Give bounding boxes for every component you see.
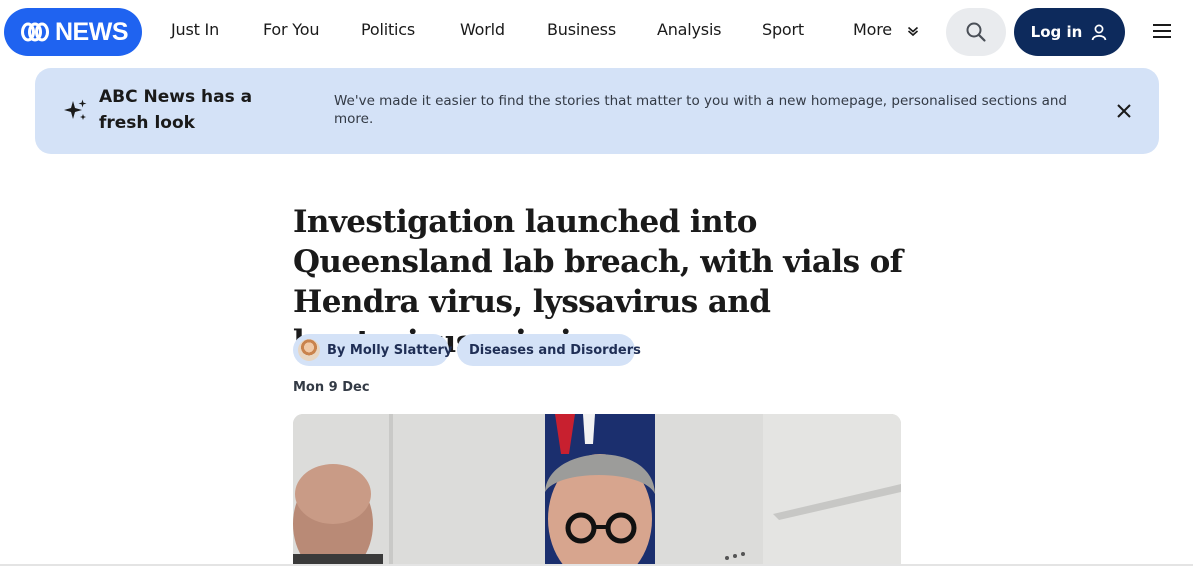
banner-description: We've made it easier to find the stories… bbox=[334, 93, 1067, 127]
close-icon[interactable] bbox=[1115, 102, 1133, 120]
hamburger-menu-icon[interactable] bbox=[1150, 20, 1174, 44]
author-label: By Molly Slattery bbox=[327, 342, 453, 358]
topic-label: Diseases and Disorders bbox=[469, 342, 641, 358]
chevron-down-icon bbox=[907, 26, 918, 36]
topic-pill[interactable]: Diseases and Disorders bbox=[457, 334, 641, 366]
avatar bbox=[298, 339, 320, 361]
login-button[interactable]: Log in bbox=[1014, 8, 1125, 56]
nav-for-you[interactable]: For You bbox=[263, 20, 319, 39]
nav-world[interactable]: World bbox=[460, 20, 505, 39]
nav-sport[interactable]: Sport bbox=[762, 20, 804, 39]
login-label: Log in bbox=[1030, 23, 1083, 41]
nav-analysis[interactable]: Analysis bbox=[657, 20, 722, 39]
press-conference-photo bbox=[293, 414, 901, 566]
author-pill[interactable]: By Molly Slattery bbox=[293, 334, 453, 366]
nav-politics[interactable]: Politics bbox=[361, 20, 415, 39]
fresh-look-banner: ABC News has a fresh look We've made it … bbox=[35, 68, 1159, 154]
nav-more[interactable]: More bbox=[853, 20, 919, 39]
logo-text: NEWS bbox=[55, 17, 129, 46]
user-icon bbox=[1091, 24, 1107, 41]
search-button[interactable] bbox=[946, 8, 1006, 56]
article-date: Mon 9 Dec bbox=[293, 380, 370, 395]
hero-image bbox=[293, 414, 901, 566]
top-navigation: NEWS Just In For You Politics World Busi… bbox=[0, 0, 1193, 64]
sparkle-icon bbox=[64, 99, 87, 120]
nav-business[interactable]: Business bbox=[547, 20, 616, 39]
abc-logo-icon bbox=[21, 22, 49, 42]
banner-title: ABC News has a fresh look bbox=[99, 87, 253, 133]
nav-more-label: More bbox=[853, 20, 892, 39]
nav-just-in[interactable]: Just In bbox=[171, 20, 219, 39]
search-icon bbox=[966, 22, 986, 42]
abc-news-logo[interactable]: NEWS bbox=[4, 8, 142, 56]
